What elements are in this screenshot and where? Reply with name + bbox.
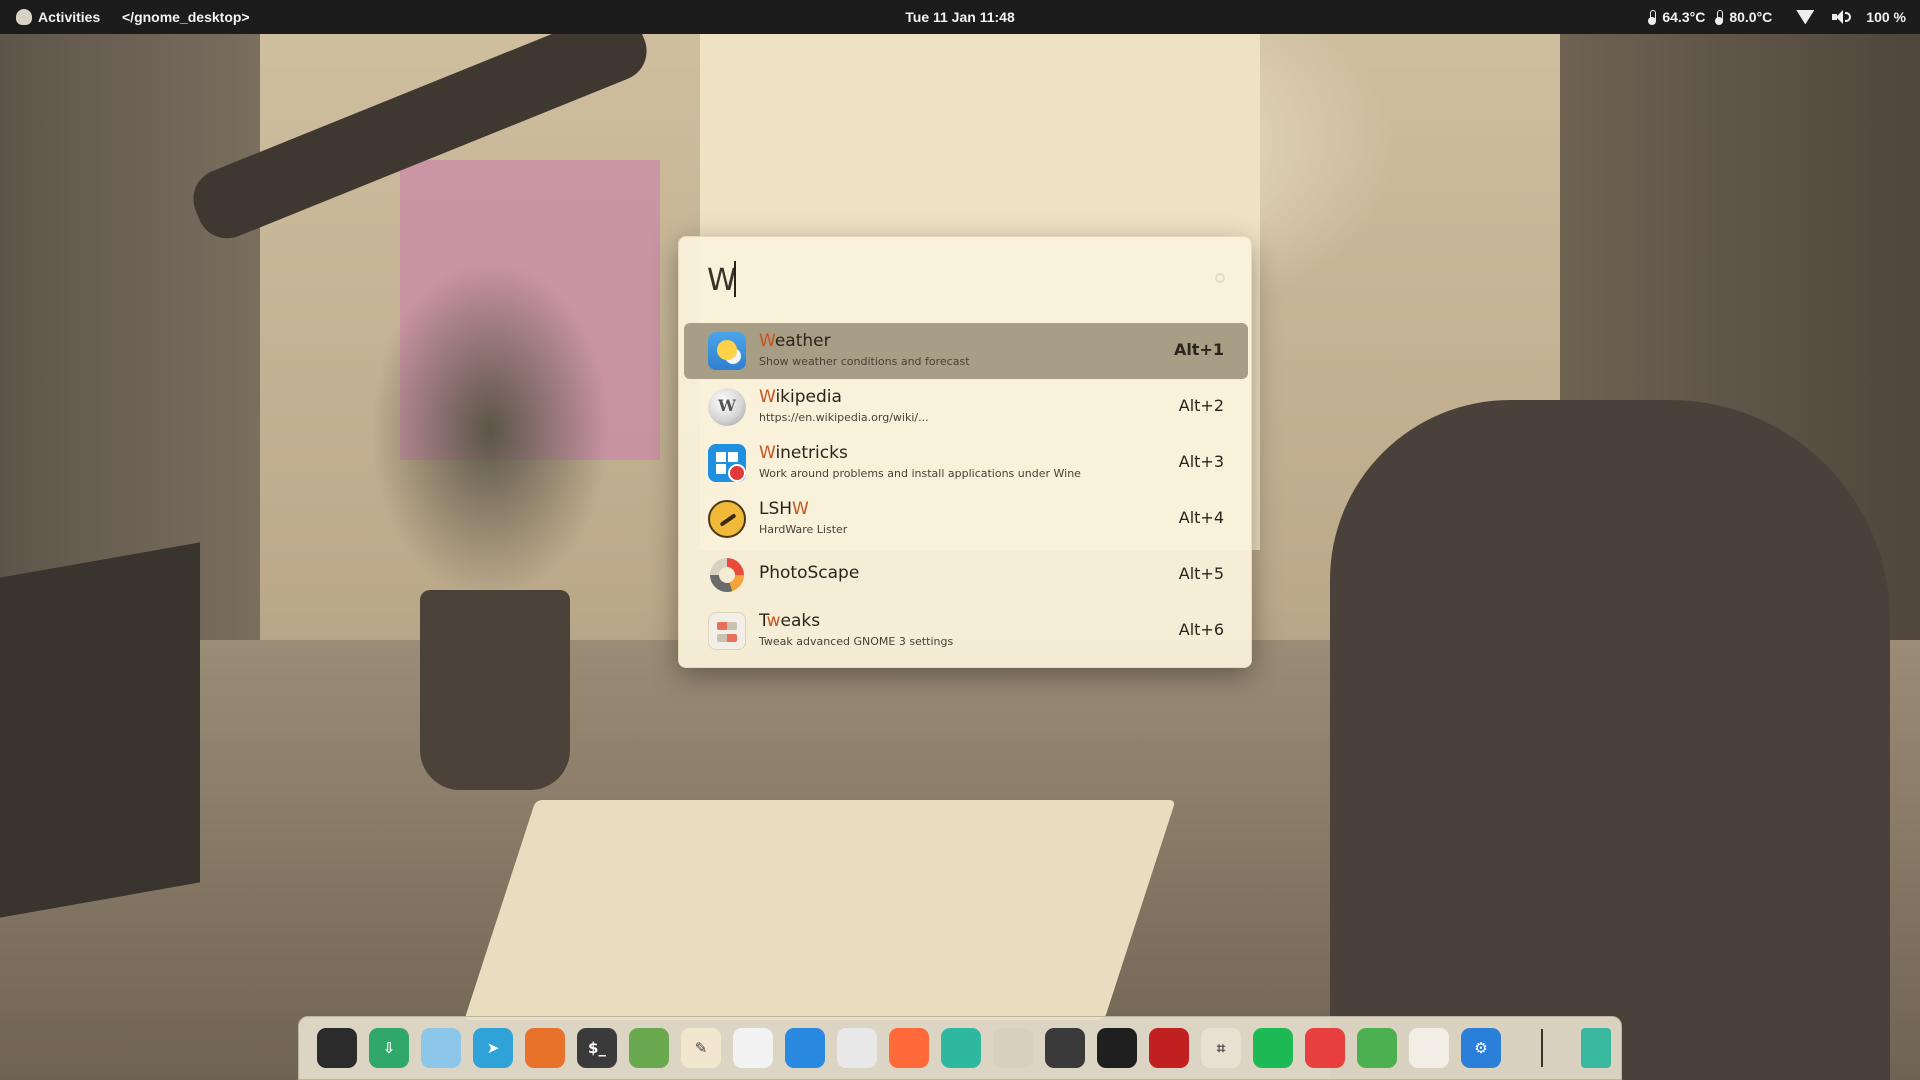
settings-icon[interactable]: ⚙: [1461, 1028, 1501, 1068]
forms-icon[interactable]: [837, 1028, 877, 1068]
thermometer-icon: [1715, 9, 1724, 25]
result-name: Wikipedia: [759, 387, 842, 407]
search-row: [679, 237, 1253, 319]
result-description: Work around problems and install applica…: [759, 467, 1081, 480]
result-shortcut: Alt+2: [1178, 396, 1224, 415]
photoscape-icon: [708, 556, 746, 594]
spotify-icon[interactable]: [1253, 1028, 1293, 1068]
clock-label[interactable]: Tue 11 Jan 11:48: [905, 9, 1014, 25]
tweaks-icon[interactable]: [1409, 1028, 1449, 1068]
winetricks-icon: [708, 444, 746, 482]
terminal-icon[interactable]: $_: [577, 1028, 617, 1068]
screenshot-icon[interactable]: [941, 1028, 981, 1068]
app-launcher: Weather Show weather conditions and fore…: [678, 236, 1252, 668]
result-name: Tweaks: [759, 611, 821, 631]
messages-icon[interactable]: [785, 1028, 825, 1068]
result-shortcut: Alt+5: [1178, 564, 1224, 583]
penguin-app-icon[interactable]: [317, 1028, 357, 1068]
top-bar: Activities </gnome_desktop> Tue 11 Jan 1…: [0, 0, 1920, 34]
screen-capture-icon-glyph: ⌗: [1216, 1039, 1226, 1057]
trash-icon[interactable]: [1581, 1028, 1611, 1068]
audio-editor-icon[interactable]: [1305, 1028, 1345, 1068]
maps-icon[interactable]: [629, 1028, 669, 1068]
volume-icon[interactable]: [1832, 10, 1852, 24]
text-editor-icon-glyph: ✎: [694, 1039, 708, 1057]
results-list: Weather Show weather conditions and fore…: [684, 323, 1248, 659]
cpu-temp-indicator[interactable]: 64.3°C: [1648, 9, 1705, 25]
distro-logo-icon: [16, 9, 32, 25]
telegram-icon[interactable]: ➤: [473, 1028, 513, 1068]
search-input[interactable]: [707, 257, 1207, 303]
settings-icon-glyph: ⚙: [1474, 1039, 1488, 1057]
result-photoscape[interactable]: PhotoScape Alt+5: [684, 547, 1248, 603]
text-editor-icon[interactable]: ✎: [681, 1028, 721, 1068]
result-description: https://en.wikipedia.org/wiki/...: [759, 411, 929, 424]
result-tweaks[interactable]: Tweaks Tweak advanced GNOME 3 settings A…: [684, 603, 1248, 659]
cpu-temp-value: 64.3°C: [1662, 9, 1706, 25]
thermometer-icon: [1648, 9, 1657, 25]
gimp-icon[interactable]: [993, 1028, 1033, 1068]
shotwell-icon[interactable]: [889, 1028, 929, 1068]
result-weather[interactable]: Weather Show weather conditions and fore…: [684, 323, 1248, 379]
volume-value: 100 %: [1866, 9, 1906, 25]
wifi-icon[interactable]: [1796, 10, 1814, 24]
dock: ⇩ ➤ $_ ✎ ⌗ ⚙: [298, 1016, 1622, 1080]
result-description: Show weather conditions and forecast: [759, 355, 970, 368]
result-shortcut: Alt+4: [1178, 508, 1224, 527]
wikipedia-icon: [708, 388, 746, 426]
figma-icon[interactable]: [1097, 1028, 1137, 1068]
telegram-icon-glyph: ➤: [486, 1039, 500, 1057]
tweaks-icon: [708, 612, 746, 650]
text-caret: [734, 261, 736, 297]
search-indicator-icon: [1215, 273, 1225, 283]
inkscape-icon[interactable]: [1045, 1028, 1085, 1068]
result-name: LSHW: [759, 499, 809, 519]
extensions-icon[interactable]: [1357, 1028, 1397, 1068]
result-description: HardWare Lister: [759, 523, 848, 536]
gpu-temp-value: 80.0°C: [1729, 9, 1773, 25]
result-name: Winetricks: [759, 443, 848, 463]
screen-capture-icon[interactable]: ⌗: [1201, 1028, 1241, 1068]
result-wikipedia[interactable]: Wikipedia https://en.wikipedia.org/wiki/…: [684, 379, 1248, 435]
lshw-icon: [708, 500, 746, 538]
weather-icon: [708, 332, 746, 370]
firefox-icon[interactable]: [525, 1028, 565, 1068]
download-manager-icon[interactable]: ⇩: [369, 1028, 409, 1068]
terminal-icon-glyph: $_: [588, 1039, 606, 1057]
result-lshw[interactable]: LSHW HardWare Lister Alt+4: [684, 491, 1248, 547]
video-editor-icon[interactable]: [1149, 1028, 1189, 1068]
files-icon[interactable]: [421, 1028, 461, 1068]
clock: Tue 11 Jan 11:48: [0, 0, 1920, 34]
download-manager-icon-glyph: ⇩: [382, 1039, 396, 1057]
result-shortcut: Alt+3: [1178, 452, 1224, 471]
result-shortcut: Alt+1: [1173, 340, 1224, 359]
activities-button[interactable]: Activities: [16, 0, 100, 34]
gpu-temp-indicator[interactable]: 80.0°C: [1715, 9, 1772, 25]
result-name: Weather: [759, 331, 831, 351]
dock-separator: [1541, 1029, 1543, 1067]
activities-label: Activities: [38, 9, 101, 25]
status-area[interactable]: 64.3°C 80.0°C 100 %: [1648, 0, 1906, 34]
app-menu[interactable]: </gnome_desktop>: [122, 0, 250, 34]
result-winetricks[interactable]: Winetricks Work around problems and inst…: [684, 435, 1248, 491]
result-shortcut: Alt+6: [1178, 620, 1224, 639]
color-picker-icon[interactable]: [733, 1028, 773, 1068]
result-description: Tweak advanced GNOME 3 settings: [759, 635, 954, 648]
app-menu-label: </gnome_desktop>: [122, 9, 250, 25]
result-name: PhotoScape: [759, 563, 860, 583]
